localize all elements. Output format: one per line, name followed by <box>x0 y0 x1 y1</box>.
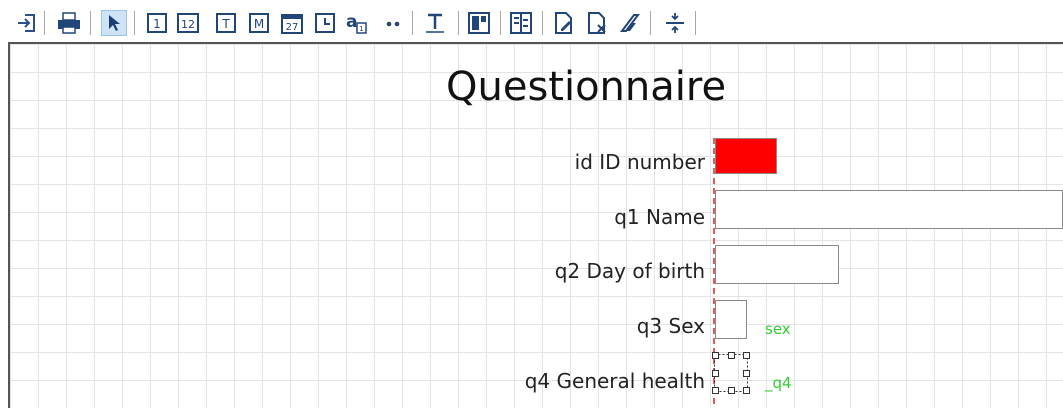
toolbar-separator <box>412 11 413 35</box>
toolbar: 1 12 T M 27 a1 <box>0 0 1063 42</box>
resize-handle[interactable] <box>728 352 735 359</box>
toolbar-separator <box>458 11 459 35</box>
field-label-q1[interactable]: q1 Name <box>614 205 705 229</box>
svg-text:T: T <box>221 17 230 31</box>
split-icon[interactable] <box>662 10 688 36</box>
field-label-q3[interactable]: q3 Sex <box>637 314 705 338</box>
box-icon[interactable] <box>466 10 492 36</box>
resize-handle[interactable] <box>728 387 735 394</box>
form-title[interactable]: Questionnaire <box>446 64 726 110</box>
toolbar-separator <box>500 11 501 35</box>
resize-handle[interactable] <box>712 352 719 359</box>
toolbar-separator <box>695 11 696 35</box>
number-12-field-icon[interactable]: 12 <box>175 10 201 36</box>
toolbar-separator <box>542 11 543 35</box>
field-q3-varname: sex <box>765 320 791 338</box>
toolbar-separator <box>134 11 135 35</box>
resize-handle[interactable] <box>712 387 719 394</box>
field-id-input[interactable] <box>715 138 777 174</box>
time-field-icon[interactable] <box>312 10 338 36</box>
resize-handle[interactable] <box>712 370 719 377</box>
pointer-icon[interactable] <box>101 10 127 36</box>
field-label-q4[interactable]: q4 General health <box>525 369 705 393</box>
svg-text:1: 1 <box>359 25 363 33</box>
resize-handle[interactable] <box>743 370 750 377</box>
delete-field-icon[interactable] <box>584 10 610 36</box>
svg-text:1: 1 <box>153 17 161 31</box>
svg-text:27: 27 <box>286 22 299 33</box>
svg-text:a: a <box>346 12 357 32</box>
toolbar-separator <box>90 11 91 35</box>
text-field-icon[interactable]: T <box>213 10 239 36</box>
svg-text:12: 12 <box>181 18 195 31</box>
field-label-q2[interactable]: q2 Day of birth <box>555 259 705 283</box>
field-q4-selected[interactable] <box>712 352 750 394</box>
date-field-icon[interactable]: 27 <box>279 10 305 36</box>
toolbar-separator <box>650 11 651 35</box>
field-q1-input[interactable] <box>715 190 1063 229</box>
exit-icon[interactable] <box>14 10 40 36</box>
number-field-icon[interactable]: 1 <box>144 10 170 36</box>
field-q3-input[interactable] <box>715 300 747 339</box>
toolbar-separator <box>44 11 45 35</box>
text-tool-icon[interactable] <box>422 10 448 36</box>
align-icon[interactable] <box>508 10 534 36</box>
field-q4-varname: _q4 <box>765 374 792 392</box>
eraser-icon[interactable] <box>617 10 643 36</box>
label-field-icon[interactable]: a1 <box>343 10 369 36</box>
memo-field-icon[interactable]: M <box>246 10 272 36</box>
resize-handle[interactable] <box>743 387 750 394</box>
resize-handle[interactable] <box>743 352 750 359</box>
field-q2-input[interactable] <box>715 245 839 284</box>
print-icon[interactable] <box>56 10 82 36</box>
svg-text:M: M <box>254 17 264 31</box>
dots-icon[interactable] <box>380 10 406 36</box>
field-label-id[interactable]: id ID number <box>575 150 705 174</box>
edit-field-icon[interactable] <box>551 10 577 36</box>
